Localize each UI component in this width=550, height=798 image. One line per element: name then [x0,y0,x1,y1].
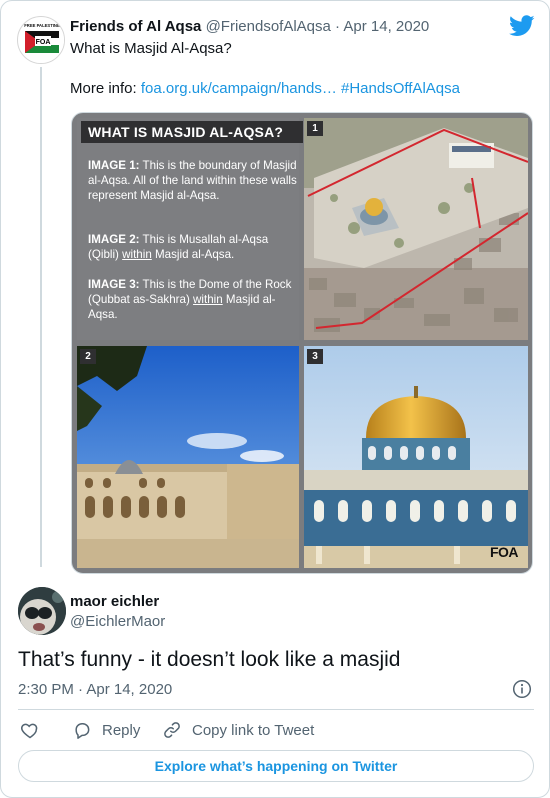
divider [18,709,534,710]
more-info-label: More info: [70,80,141,97]
image-number-2: 2 [80,349,96,364]
parent-tweet-date[interactable]: Apr 14, 2020 [343,18,429,35]
image-2-qibli-mosque: 2 [77,346,299,568]
avatar-maor-eichler[interactable] [18,587,66,635]
reply-button[interactable]: Reply [72,718,140,742]
p1-label: IMAGE 1: [88,159,140,172]
header-separator: · [335,18,341,35]
campaign-link[interactable]: foa.org.uk/campaign/hands… [141,80,337,97]
parent-author-handle[interactable]: @FriendsofAlAqsa [206,18,331,35]
p2-label: IMAGE 2: [88,233,140,246]
copy-link-button[interactable]: Copy link to Tweet [162,718,314,742]
infographic-paragraph-3: IMAGE 3: This is the Dome of the Rock (Q… [88,277,298,322]
reply-author-name[interactable]: maor eichler [70,592,159,612]
p3-underlined: within [193,293,223,306]
infographic-title: WHAT IS MASJID AL-AQSA? [81,121,303,143]
parent-author-name[interactable]: Friends of Al Aqsa [70,18,201,35]
reply-author-handle[interactable]: @EichlerMaor [70,612,165,632]
twitter-bird-icon[interactable] [509,15,535,37]
heart-icon [21,723,38,739]
infographic-text-panel: WHAT IS MASJID AL-AQSA? IMAGE 1: This is… [77,118,303,340]
infographic-paragraph-1: IMAGE 1: This is the boundary of Masjid … [88,158,298,203]
avatar-ring-text: FREE PALESTINE [24,23,60,28]
p2-text-b: Masjid al-Aqsa. [151,248,235,261]
tweet-embed-card: FOA FREE PALESTINE Friends of Al Aqsa @F… [0,0,550,798]
p2-underlined: within [122,248,152,261]
reply-icon [75,723,90,739]
info-icon[interactable] [512,679,532,699]
avatar-foa-badge: FOA [36,39,51,46]
reply-tweet-text: That’s funny - it doesn’t look like a ma… [18,648,401,671]
link-icon [164,722,180,738]
explore-twitter-button[interactable]: Explore what’s happening on Twitter [18,750,534,782]
infographic-paragraph-2: IMAGE 2: This is Musallah al-Aqsa (Qibli… [88,232,298,262]
parent-tweet[interactable]: FOA FREE PALESTINE Friends of Al Aqsa @F… [1,1,549,581]
like-button[interactable] [20,718,50,742]
hashtag-link[interactable]: #HandsOffAlAqsa [341,80,460,97]
foa-watermark: FOA [489,544,519,560]
parent-tweet-header: Friends of Al Aqsa @FriendsofAlAqsa · Ap… [70,17,429,37]
thread-connector [40,67,42,567]
image-3-dome-of-the-rock: 3 FOA [304,346,528,568]
copy-link-label: Copy link to Tweet [192,721,315,739]
reply-label: Reply [102,721,141,739]
image-number-1: 1 [307,121,323,136]
parent-tweet-text: What is Masjid Al-Aqsa? [70,40,232,57]
image-1-aerial-compound: 1 [304,118,528,340]
image-number-3: 3 [307,349,323,364]
avatar-foa[interactable]: FOA FREE PALESTINE [17,16,65,64]
tweet-media-infographic[interactable]: WHAT IS MASJID AL-AQSA? IMAGE 1: This is… [71,112,533,574]
reply-timestamp[interactable]: 2:30 PM · Apr 14, 2020 [18,680,172,700]
p3-label: IMAGE 3: [88,278,140,291]
parent-tweet-more-info: More info: foa.org.uk/campaign/hands… #H… [70,79,460,99]
